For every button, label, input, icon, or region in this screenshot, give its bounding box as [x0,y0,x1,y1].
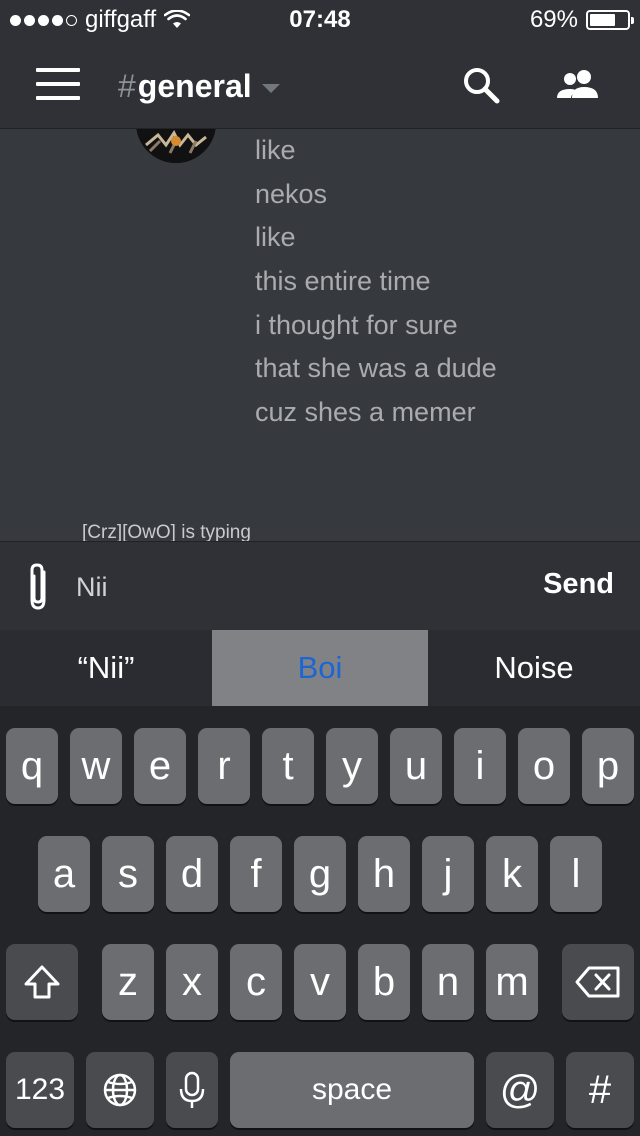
hash-key[interactable]: # [566,1052,634,1128]
at-key[interactable]: @ [486,1052,554,1128]
suggestion-3[interactable]: Noise [428,630,640,706]
key-j[interactable]: j [422,836,474,912]
suggestion-1[interactable]: “Nii” [0,630,212,706]
avatar[interactable] [136,129,216,163]
message-line: like [255,222,296,253]
key-t[interactable]: t [262,728,314,804]
dictation-key[interactable] [166,1052,218,1128]
message-input[interactable] [76,570,516,604]
channel-header: # general [0,40,640,129]
typing-indicator: [Crz][OwO] is typing [82,522,251,541]
key-r[interactable]: r [198,728,250,804]
channel-title[interactable]: # general [118,68,280,105]
status-right: 69% [529,6,634,34]
predictive-text-bar: “Nii” Boi Noise [0,630,640,706]
key-b[interactable]: b [358,944,410,1020]
hamburger-icon[interactable] [36,68,80,100]
hamburger-line [36,68,80,72]
status-bar: giffgaff 07:48 69% [0,0,640,40]
key-s[interactable]: s [102,836,154,912]
avatar-image [136,129,216,163]
search-icon[interactable] [460,64,504,108]
microphone-icon [179,1071,205,1108]
key-v[interactable]: v [294,944,346,1020]
message-line: cuz shes a memer [255,397,476,428]
key-o[interactable]: o [518,728,570,804]
message-list[interactable]: like nekos like this entire time i thoug… [0,129,640,541]
channel-hash: # [118,68,136,104]
battery-percentage: 69% [529,6,578,33]
key-z[interactable]: z [102,944,154,1020]
send-button[interactable]: Send [543,568,614,601]
globe-icon [103,1073,137,1107]
shift-icon [24,965,60,999]
key-m[interactable]: m [486,944,538,1020]
hamburger-line [36,96,80,100]
hamburger-line [36,82,80,86]
key-i[interactable]: i [454,728,506,804]
message-line: nekos [255,178,328,209]
battery-fill [590,14,615,26]
suggestion-2[interactable]: Boi [212,630,428,706]
key-u[interactable]: u [390,728,442,804]
key-q[interactable]: q [6,728,58,804]
key-y[interactable]: y [326,728,378,804]
key-g[interactable]: g [294,836,346,912]
numbers-key[interactable]: 123 [6,1052,74,1128]
key-x[interactable]: x [166,944,218,1020]
space-key[interactable]: space [230,1052,474,1128]
key-n[interactable]: n [422,944,474,1020]
shift-key[interactable] [6,944,78,1020]
channel-name: general [137,68,252,104]
message-line: that she was a dude [255,353,497,384]
paperclip-icon[interactable] [24,562,54,612]
chevron-down-icon [261,84,280,93]
key-l[interactable]: l [550,836,602,912]
message-line: this entire time [255,266,431,297]
message-composer: Send [0,541,640,631]
key-d[interactable]: d [166,836,218,912]
battery-icon [586,10,634,30]
key-c[interactable]: c [230,944,282,1020]
key-a[interactable]: a [38,836,90,912]
key-p[interactable]: p [582,728,634,804]
key-w[interactable]: w [70,728,122,804]
backspace-icon [575,966,620,998]
message-line: i thought for sure [255,309,458,340]
key-h[interactable]: h [358,836,410,912]
message-line: like [255,135,296,165]
members-icon[interactable] [554,64,602,108]
message-group: like nekos like this entire time i thoug… [255,131,497,437]
keyboard: q w e r t y u i o p a s d f g h j k l z … [0,706,640,1136]
key-e[interactable]: e [134,728,186,804]
key-k[interactable]: k [486,836,538,912]
globe-key[interactable] [86,1052,154,1128]
backspace-key[interactable] [562,944,634,1020]
key-f[interactable]: f [230,836,282,912]
